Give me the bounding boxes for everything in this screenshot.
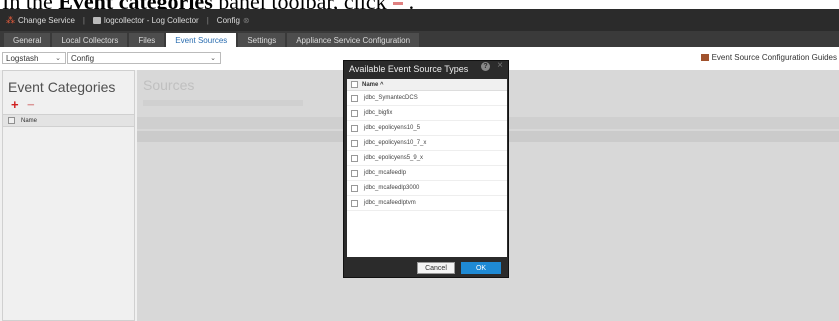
event-categories-panel: Event Categories + − Name [2,70,135,321]
row-checkbox[interactable] [351,124,358,132]
list-item-label: jdbc_mcafeedlptvm [364,200,416,206]
tab-event-sources[interactable]: Event Sources [166,33,237,47]
config-view[interactable]: Config ⊗ [217,16,250,25]
add-icon[interactable]: + [11,97,19,112]
gear-icon[interactable]: ⊗ [243,16,250,25]
row-checkbox[interactable] [351,169,358,177]
select-all-checkbox[interactable] [8,117,15,124]
row-checkbox[interactable] [351,199,358,207]
list-item[interactable]: jdbc_bigfix [347,106,507,121]
change-service-icon: ⁂ [6,14,15,25]
instruction-text: In the Event categories panel toolbar, c… [2,0,414,14]
column-header-name[interactable]: Name [21,118,37,124]
list-item[interactable]: jdbc_mcafeedlp3000 [347,181,507,196]
change-service-button[interactable]: ⁂ Change Service [6,15,75,26]
list-item-label: jdbc_epolicyens10_5 [364,125,421,131]
dialog-title: Available Event Source Types [349,64,469,74]
title-bar: ⁂ Change Service | logcollector - Log Co… [0,9,839,31]
row-checkbox[interactable] [351,139,358,147]
close-icon[interactable]: × [497,60,503,71]
list-item[interactable]: jdbc_epolicyens10_7_x [347,136,507,151]
chevron-down-icon: ⌄ [55,55,61,62]
sources-toolbar [143,100,303,106]
divider: | [82,15,85,25]
available-event-source-types-dialog: Available Event Source Types ? × Name ^ … [343,60,509,278]
panel-title: Sources [143,77,195,93]
mode-select-value: Config [71,53,95,63]
tab-general[interactable]: General [4,33,51,47]
panel-title: Event Categories [8,79,116,95]
list-item[interactable]: jdbc_mcafeedlptvm [347,196,507,211]
list-item-label: jdbc_SymantecDCS [364,95,418,101]
tab-local-collectors[interactable]: Local Collectors [52,33,128,47]
mode-select[interactable]: Config ⌄ [67,52,221,64]
event-source-guides-link[interactable]: Event Source Configuration Guides [700,53,837,62]
book-icon [700,54,709,61]
change-service-label: Change Service [18,15,75,25]
list-item-label: jdbc_mcafeedlp [364,170,407,176]
cancel-button[interactable]: Cancel [417,262,455,274]
list-item[interactable]: jdbc_epolicyens10_5 [347,121,507,136]
table-header: Name [3,114,134,127]
row-checkbox[interactable] [351,154,358,162]
tab-files[interactable]: Files [129,33,165,47]
event-source-types-list: Name ^ jdbc_SymantecDCS jdbc_bigfix jdbc… [347,79,507,257]
minus-icon-reference [392,2,403,6]
list-item[interactable]: jdbc_epolicyens5_9_x [347,151,507,166]
list-item-label: jdbc_bigfix [364,110,393,116]
list-header: Name ^ [347,79,507,91]
help-icon[interactable]: ? [481,62,490,71]
list-item-label: jdbc_mcafeedlp3000 [364,185,420,191]
list-item-label: jdbc_epolicyens10_7_x [364,140,427,146]
row-checkbox[interactable] [351,109,358,117]
service-name: logcollector - Log Collector [104,15,199,25]
chevron-down-icon: ⌄ [210,55,216,62]
list-item-label: jdbc_epolicyens5_9_x [364,155,424,161]
tab-settings[interactable]: Settings [238,33,286,47]
list-item[interactable]: jdbc_mcafeedlp [347,166,507,181]
ok-button[interactable]: OK [461,262,501,274]
tab-appliance-service-configuration[interactable]: Appliance Service Configuration [287,33,420,47]
list-item[interactable]: jdbc_SymantecDCS [347,91,507,106]
divider: | [206,15,209,25]
service-selector[interactable]: logcollector - Log Collector [93,16,199,25]
collector-select-value: Logstash [6,53,39,63]
row-checkbox[interactable] [351,94,358,102]
log-collector-icon [93,16,101,24]
guides-link-label: Event Source Configuration Guides [711,53,837,62]
config-label: Config [216,15,240,25]
remove-icon[interactable]: − [27,97,35,112]
collector-select[interactable]: Logstash ⌄ [2,52,66,64]
tabs-bar: General Local Collectors Files Event Sou… [0,31,839,47]
row-checkbox[interactable] [351,184,358,192]
column-header-name[interactable]: Name ^ [362,82,384,88]
select-all-checkbox[interactable] [351,81,358,88]
